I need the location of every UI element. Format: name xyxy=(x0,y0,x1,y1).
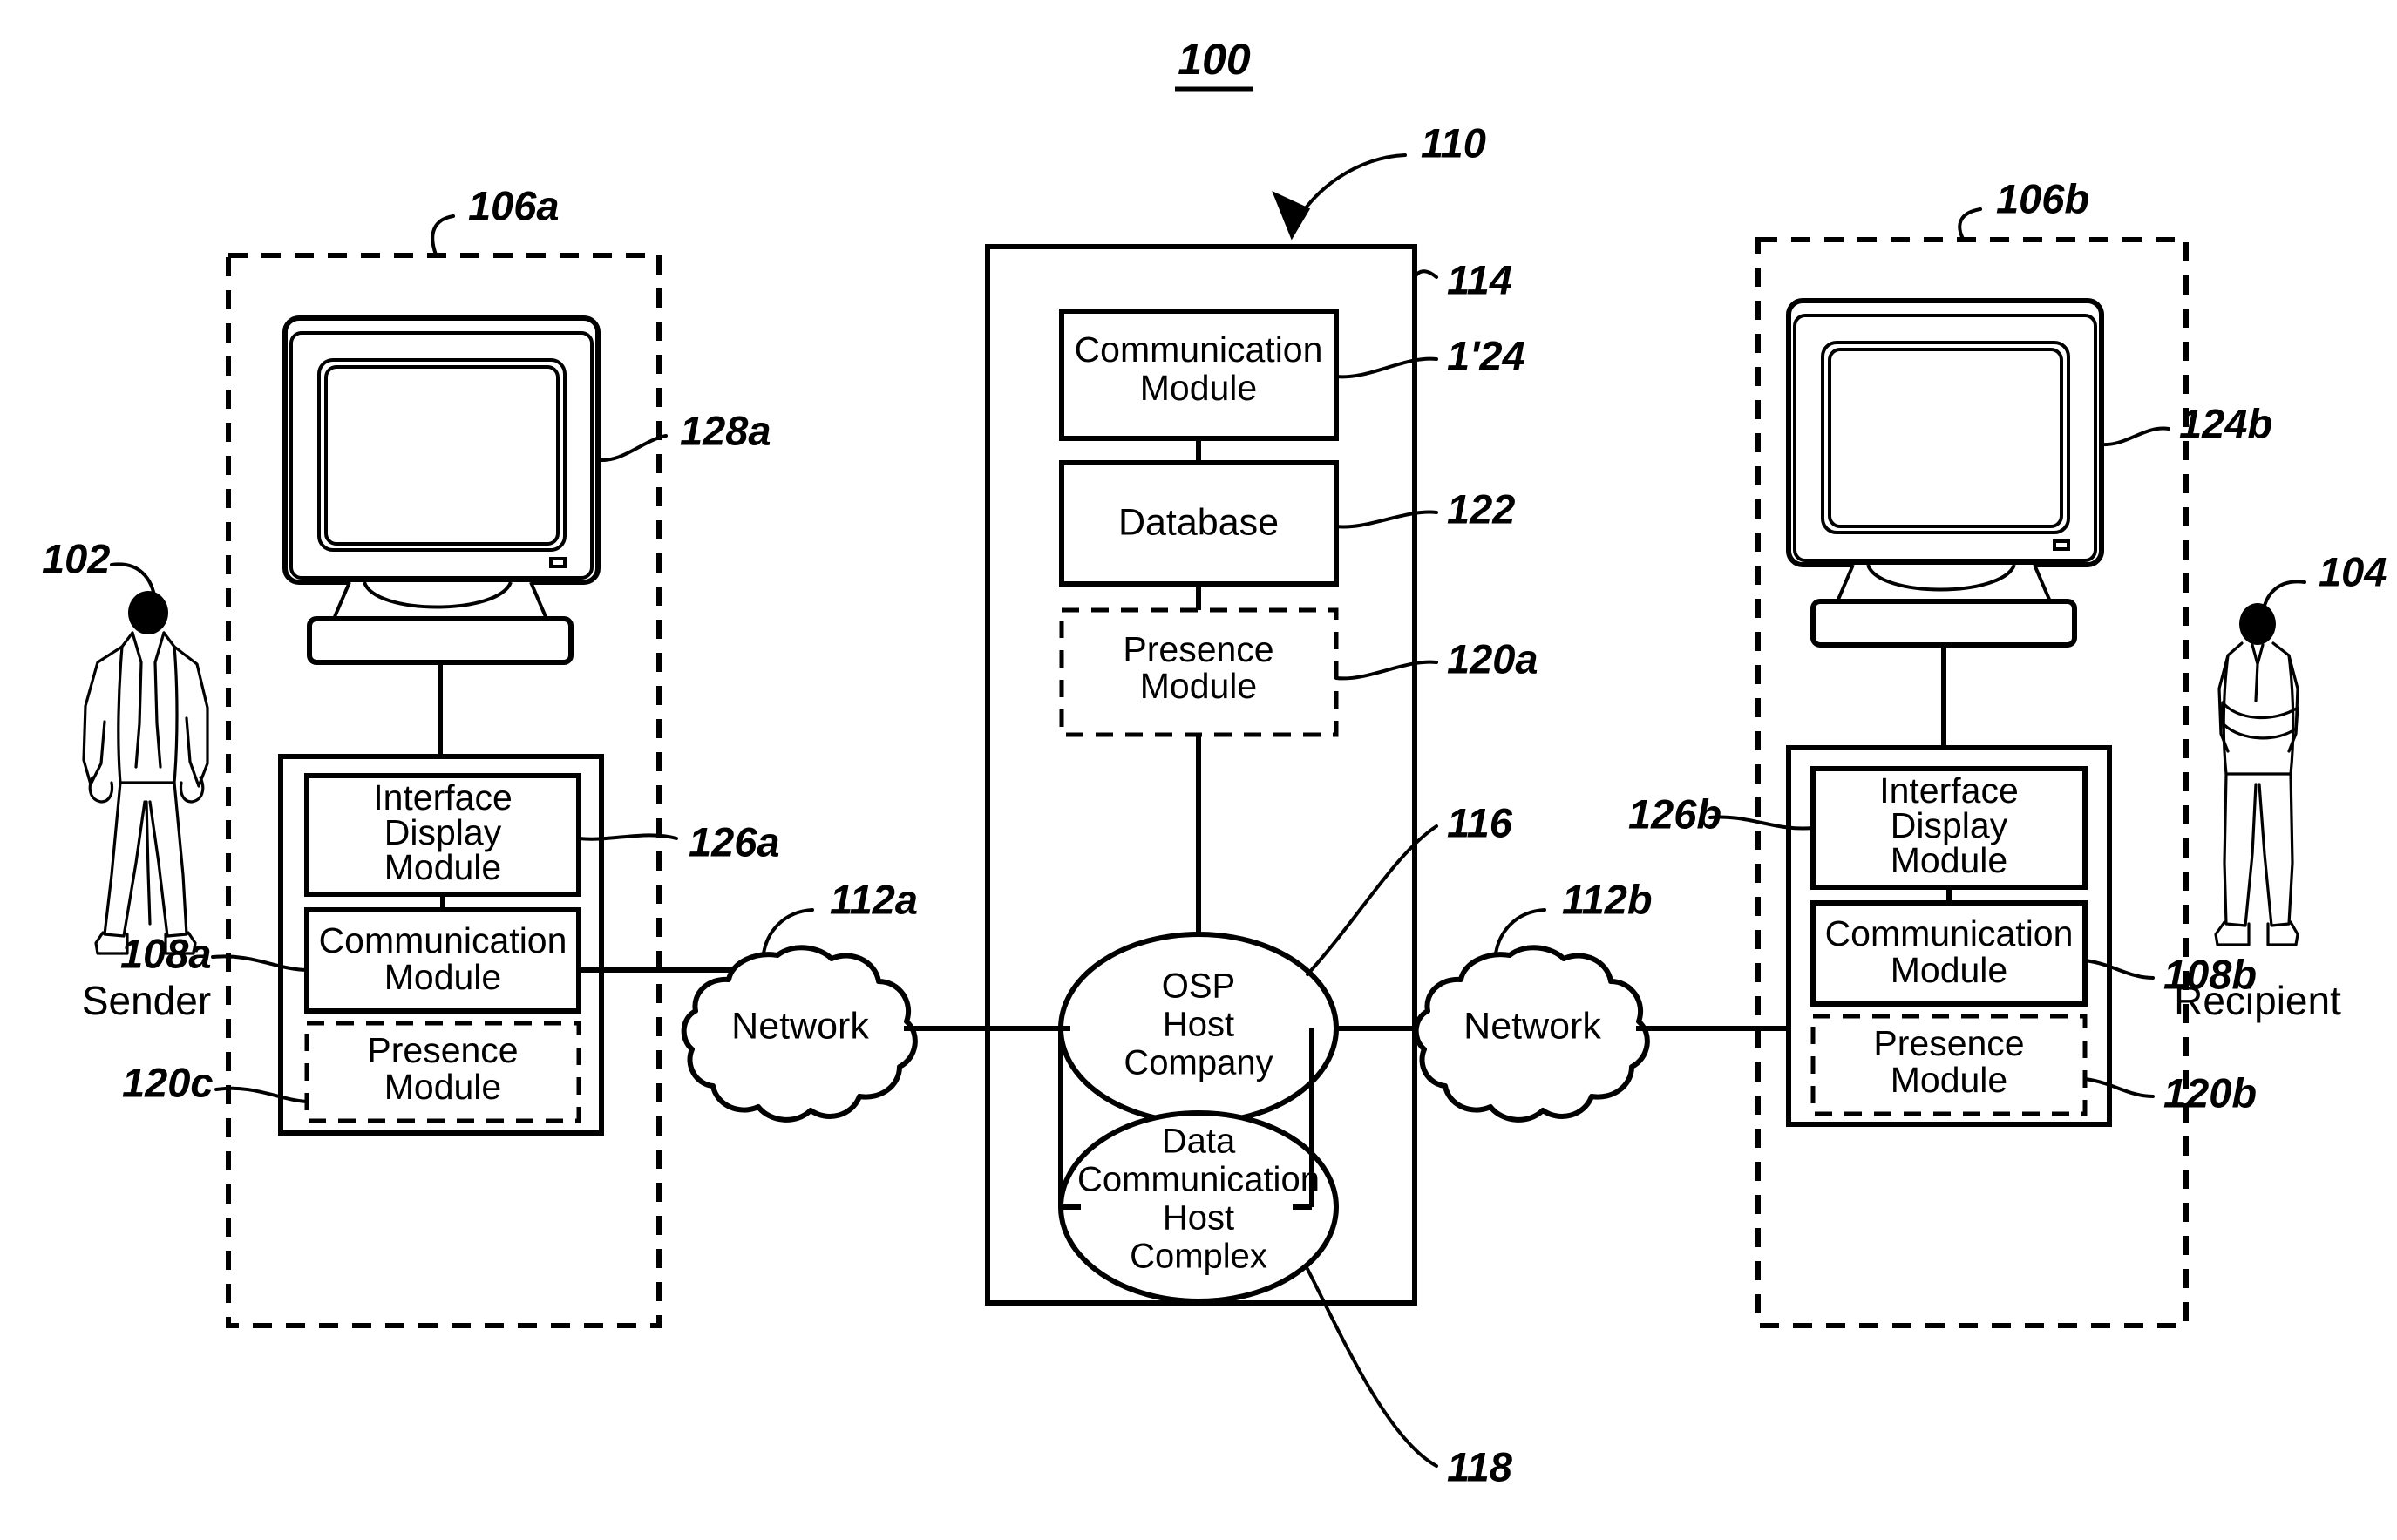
osp-line1: OSP xyxy=(1162,967,1235,1006)
recipient-ref-number: 104 xyxy=(2319,548,2387,594)
dchc-line1: Data xyxy=(1162,1123,1236,1161)
host-db-label: Database xyxy=(1118,501,1279,543)
dchc-line2: Communication xyxy=(1077,1161,1320,1199)
system-ref-arrowhead xyxy=(1272,191,1311,241)
recipient-label: Recipient xyxy=(2174,978,2341,1023)
sender-hands-icon xyxy=(88,776,205,804)
sender-cm-ref-number: 108a xyxy=(120,930,212,976)
host-complex-group: 114 Communication Module 1'24 Database 1… xyxy=(985,244,1538,1489)
recipient-pm-ref-number: 120b xyxy=(2163,1069,2257,1116)
sender-label: Sender xyxy=(82,978,211,1023)
sender-lapel-icon xyxy=(131,631,166,769)
host-pm-ref-number: 120a xyxy=(1447,635,1538,682)
figure-canvas: 100 110 102 Sender 106a 128a Interface D… xyxy=(42,35,2387,1489)
sender-monitor-base xyxy=(307,616,574,665)
sender-monitor-ref-leader xyxy=(596,434,668,463)
recipient-idm-line3: Module xyxy=(1891,840,2007,880)
sender-cm-line1: Communication xyxy=(319,920,567,960)
host-cm-ref-number: 1'24 xyxy=(1447,332,1525,378)
sender-device-ref-number: 106a xyxy=(468,182,560,228)
figure-number: 100 xyxy=(1178,35,1251,84)
recipient-pm-line2: Module xyxy=(1891,1060,2007,1100)
recipient-device-ref-number: 106b xyxy=(1996,175,2089,221)
recipient-head-icon xyxy=(2239,603,2276,645)
dchc-ref-number: 118 xyxy=(1447,1443,1513,1489)
host-db-ref-number: 122 xyxy=(1447,485,1515,532)
recipient-device-ref-leader xyxy=(1958,207,1982,241)
sender-pm-line1: Presence xyxy=(367,1030,518,1070)
recipient-monitor-screen xyxy=(1828,348,2063,528)
network-left-ref-number: 112a xyxy=(830,876,918,922)
dchc-line3: Host xyxy=(1163,1199,1234,1238)
system-ref-leader xyxy=(1290,153,1407,233)
sender-pm-line2: Module xyxy=(384,1067,501,1107)
recipient-crossed-arms-icon xyxy=(2219,701,2299,740)
dchc-line4: Complex xyxy=(1130,1238,1267,1276)
sender-monitor-screen xyxy=(324,365,560,546)
recipient-monitor-group: 124b xyxy=(1786,298,2272,748)
sender-torso-icon xyxy=(117,645,179,784)
sender-device-ref-leader xyxy=(431,214,455,256)
network-right-group: Network 112b xyxy=(1413,876,1797,1123)
sender-ref-number: 102 xyxy=(42,535,110,581)
osp-line2: Host xyxy=(1163,1006,1234,1044)
sender-cm-line2: Module xyxy=(384,957,501,997)
recipient-module-stack-group: Interface Display Module 126b Communicat… xyxy=(1628,745,2257,1127)
recipient-monitor-ref-leader xyxy=(2100,426,2170,447)
host-cm-line2: Module xyxy=(1140,368,1257,408)
sender-monitor-group: 128a xyxy=(282,315,771,756)
sender-pm-ref-number: 120c xyxy=(122,1059,214,1105)
recipient-monitor-led-icon xyxy=(2053,539,2070,551)
sender-monitor-ref-number: 128a xyxy=(680,407,771,453)
host-pm-line1: Presence xyxy=(1123,629,1273,669)
recipient-cm-line2: Module xyxy=(1891,950,2007,990)
sender-legs-icon xyxy=(103,781,188,938)
sender-idm-ref-number: 126a xyxy=(689,818,780,865)
network-right-ref-number: 112b xyxy=(1562,876,1653,922)
osp-line3: Company xyxy=(1124,1044,1273,1082)
network-left-label: Network xyxy=(731,1005,869,1047)
system-ref-group: 110 xyxy=(1272,119,1486,241)
patent-figure: 100 110 102 Sender 106a 128a Interface D… xyxy=(0,0,2397,1540)
osp-ref-number: 116 xyxy=(1447,799,1513,845)
network-left-group: Network 112a xyxy=(579,876,988,1123)
recipient-tie-icon xyxy=(2251,643,2265,702)
recipient-monitor-base xyxy=(1810,599,2077,648)
recipient-monitor-ref-number: 124b xyxy=(2179,400,2272,446)
sender-head-icon xyxy=(128,591,168,634)
sender-idm-line3: Module xyxy=(384,847,501,887)
network-right-label: Network xyxy=(1463,1005,1601,1047)
recipient-legs-icon xyxy=(2223,772,2294,927)
host-complex-ref-leader xyxy=(1413,269,1438,279)
recipient-idm-ref-number: 126b xyxy=(1628,790,1721,837)
host-complex-ref-number: 114 xyxy=(1447,256,1512,302)
sender-module-stack-group: Interface Display Module 126a Communicat… xyxy=(120,754,780,1136)
host-cm-line1: Communication xyxy=(1075,329,1323,370)
figure-number-group: 100 xyxy=(1175,35,1253,92)
recipient-cm-line1: Communication xyxy=(1825,913,2074,953)
sender-jacket-icon xyxy=(82,631,209,788)
sender-monitor-led-icon xyxy=(549,557,567,568)
host-pm-line2: Module xyxy=(1140,666,1257,706)
recipient-pm-line1: Presence xyxy=(1873,1023,2024,1063)
system-ref-number: 110 xyxy=(1421,119,1486,166)
